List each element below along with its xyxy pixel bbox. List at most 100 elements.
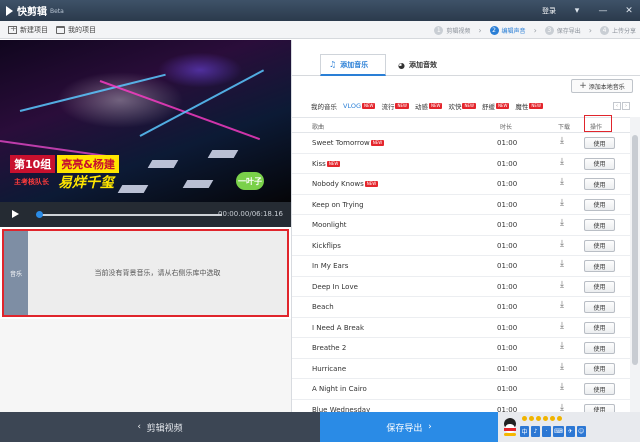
toolbar: 新建项目 我的项目 1剪辑视频 › 2编辑声音 › 3保存导出 › 4上传分享 <box>0 21 640 39</box>
progress-handle[interactable] <box>36 211 43 218</box>
song-row[interactable]: Nobody Knows NEW 01:00 ⤓ 使用 <box>292 174 630 195</box>
category-item[interactable]: 动感 NEW <box>414 101 443 111</box>
use-button[interactable]: 使用 <box>584 260 615 272</box>
song-row[interactable]: Hurricane 01:00 ⤓ 使用 <box>292 359 630 379</box>
my-projects-button[interactable]: 我的项目 <box>56 25 96 35</box>
caption-names: 亮亮&杨建 <box>57 154 119 173</box>
step-4[interactable]: 4 上传分享 <box>599 25 636 35</box>
use-button[interactable]: 使用 <box>584 301 615 313</box>
ime-key[interactable]: ☺ <box>576 425 586 437</box>
song-row[interactable]: Beach 01:00 ⤓ 使用 <box>292 297 630 318</box>
time-readout: 00:00.00/06:18.16 <box>218 210 283 218</box>
qq-penguin-icon[interactable] <box>502 418 518 436</box>
use-button[interactable]: 使用 <box>584 321 615 334</box>
use-button[interactable]: 使用 <box>584 342 615 354</box>
download-icon[interactable]: ⤓ <box>557 177 567 189</box>
use-button[interactable]: 使用 <box>584 403 615 412</box>
download-icon[interactable]: ⤓ <box>557 198 567 210</box>
download-icon[interactable]: ⤓ <box>557 157 567 169</box>
step-1[interactable]: 1 剪辑视频 <box>434 25 470 35</box>
song-row[interactable]: A Night in Cairo 01:00 ⤓ 使用 <box>292 379 630 400</box>
category-item[interactable]: 魔性 NEW <box>515 101 543 111</box>
category-item[interactable]: VLOG NEW <box>343 102 376 110</box>
minimize-icon[interactable]: — <box>598 6 608 16</box>
download-icon[interactable]: ⤓ <box>557 280 567 292</box>
music-track-panel[interactable]: 音乐 当前没有背景音乐，请从右侧乐库中选取 <box>2 229 289 317</box>
song-name: Nobody Knows NEW <box>312 180 379 188</box>
save-export-button[interactable]: 保存导出 › <box>320 412 498 442</box>
download-icon[interactable]: ⤓ <box>557 382 567 394</box>
tab-add-music[interactable]: ♫ 添加音乐 <box>320 54 386 76</box>
download-icon[interactable]: ⤓ <box>557 300 567 312</box>
category-label: 动感 <box>414 103 428 111</box>
new-project-button[interactable]: 新建项目 <box>8 24 48 35</box>
use-button[interactable]: 使用 <box>584 178 615 190</box>
song-name: I Need A Break <box>312 324 364 332</box>
song-row[interactable]: Deep In Love 01:00 ⤓ 使用 <box>292 277 630 297</box>
song-name: Kiss NEW <box>312 160 341 168</box>
play-icon[interactable] <box>12 210 19 218</box>
category-item[interactable]: 欢快 NEW <box>448 101 476 111</box>
download-icon[interactable]: ⤓ <box>557 341 567 353</box>
category-item[interactable]: 我的音乐 <box>311 101 337 111</box>
download-icon[interactable]: ⤓ <box>557 239 567 251</box>
add-local-music-button[interactable]: + 添加本地音乐 <box>571 79 633 93</box>
use-button[interactable]: 使用 <box>584 198 615 211</box>
ime-key[interactable]: ✈ <box>565 425 575 437</box>
progress-track[interactable] <box>39 214 222 216</box>
download-icon[interactable]: ⤓ <box>557 218 567 230</box>
song-list-scrollbar[interactable] <box>630 117 640 412</box>
tab-add-sound-effect[interactable]: ◕ 添加音效 <box>390 54 445 76</box>
song-row[interactable]: Breathe 2 01:00 ⤓ 使用 <box>292 338 630 359</box>
category-prev-icon[interactable]: ‹ <box>613 102 621 110</box>
song-duration: 01:00 <box>497 241 518 250</box>
player-controls: 00:00.00/06:18.16 <box>0 202 291 227</box>
step-separator-icon: › <box>478 25 482 35</box>
use-button[interactable]: 使用 <box>584 362 615 375</box>
download-icon[interactable]: ⤓ <box>557 362 567 374</box>
song-duration: 01:00 <box>497 364 518 373</box>
song-row[interactable]: Moonlight 01:00 ⤓ 使用 <box>292 215 630 236</box>
song-row[interactable]: Blue Wednesday 01:00 ⤓ 使用 <box>292 400 630 413</box>
song-duration: 01:00 <box>497 282 518 291</box>
use-button[interactable]: 使用 <box>584 137 615 149</box>
category-item[interactable]: 流行 NEW <box>381 101 409 111</box>
song-row[interactable]: Keep on Trying 01:00 ⤓ 使用 <box>292 195 630 215</box>
step-number: 3 <box>544 25 554 35</box>
use-button[interactable]: 使用 <box>584 219 615 231</box>
use-button[interactable]: 使用 <box>584 239 615 252</box>
save-export-label: 保存导出 <box>386 423 423 434</box>
close-icon[interactable]: ✕ <box>624 6 634 16</box>
song-name: Deep In Love <box>312 283 358 291</box>
song-row[interactable]: In My Ears 01:00 ⤓ 使用 <box>292 256 630 277</box>
download-icon[interactable]: ⤓ <box>557 403 567 413</box>
step-3[interactable]: 3 保存导出 <box>544 25 581 35</box>
song-title: Hurricane <box>312 364 347 373</box>
download-icon[interactable]: ⤓ <box>557 136 567 148</box>
ime-key[interactable]: 中 <box>520 425 529 437</box>
song-row[interactable]: Kickflips 01:00 ⤓ 使用 <box>292 236 630 256</box>
category-label: VLOG <box>343 102 361 110</box>
use-button[interactable]: 使用 <box>584 383 615 395</box>
category-next-icon[interactable]: › <box>622 102 630 110</box>
song-row[interactable]: I Need A Break 01:00 ⤓ 使用 <box>292 318 630 338</box>
download-icon[interactable]: ⤓ <box>557 321 567 333</box>
use-button[interactable]: 使用 <box>584 157 615 170</box>
login-link[interactable]: 登录 <box>542 6 556 16</box>
play-logo-icon <box>6 5 13 16</box>
song-row[interactable]: Sweet Tomorrow NEW 01:00 ⤓ 使用 <box>292 133 630 154</box>
back-edit-video-button[interactable]: ‹ 剪辑视频 <box>0 412 320 442</box>
scrollbar-thumb[interactable] <box>632 135 638 365</box>
music-note-icon: ♫ <box>329 60 337 69</box>
ime-key[interactable]: · <box>542 425 551 437</box>
song-row[interactable]: Kiss NEW 01:00 ⤓ 使用 <box>292 154 630 174</box>
menu-icon[interactable]: ▾ <box>572 6 582 16</box>
category-item[interactable]: 舒缓 NEW <box>482 101 510 111</box>
download-icon[interactable]: ⤓ <box>557 259 567 271</box>
caption-banner: 第10组 亮亮&杨建 <box>10 154 119 173</box>
ime-key[interactable]: ♪ <box>531 425 540 437</box>
use-button[interactable]: 使用 <box>584 280 615 293</box>
step-2[interactable]: 2 编辑声音 <box>489 25 526 35</box>
song-duration: 01:00 <box>497 385 518 393</box>
ime-key[interactable]: ⌨ <box>553 425 564 437</box>
